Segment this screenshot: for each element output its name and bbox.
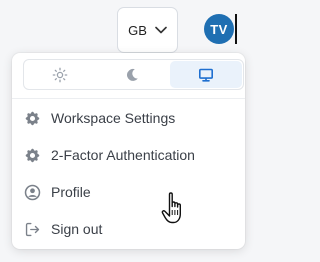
menu-item-label: 2-Factor Authentication [51,147,195,163]
sun-icon [52,67,68,82]
chevron-down-icon [155,26,167,34]
theme-system-button[interactable] [169,61,242,88]
avatar-initials: TV [210,21,228,37]
menu-item-label: Workspace Settings [51,110,176,126]
user-circle-icon [24,184,41,200]
sign-out-icon [25,222,40,236]
theme-switcher [23,59,244,90]
menu-item-sign-out[interactable]: Sign out [24,215,102,243]
monitor-icon [198,68,213,82]
user-menu-dropdown: Workspace Settings 2-Factor Authenticati… [12,53,245,249]
menu-item-2fa[interactable]: 2-Factor Authentication [24,141,195,169]
theme-dark-button[interactable] [96,60,168,89]
menu-item-workspace-settings[interactable]: Workspace Settings [24,104,175,132]
language-value: GB [128,22,147,38]
theme-light-button[interactable] [24,60,96,89]
language-select[interactable]: GB [117,7,178,53]
user-avatar[interactable]: TV [204,14,234,44]
text-cursor [235,14,237,44]
gear-icon [25,111,40,125]
menu-item-profile[interactable]: Profile [24,178,91,206]
hand-pointer-cursor-icon [161,192,181,224]
gear-icon [25,148,40,162]
menu-item-label: Profile [51,184,91,200]
moon-icon [127,68,139,81]
menu-item-label: Sign out [51,221,103,237]
menu-divider [12,98,245,99]
